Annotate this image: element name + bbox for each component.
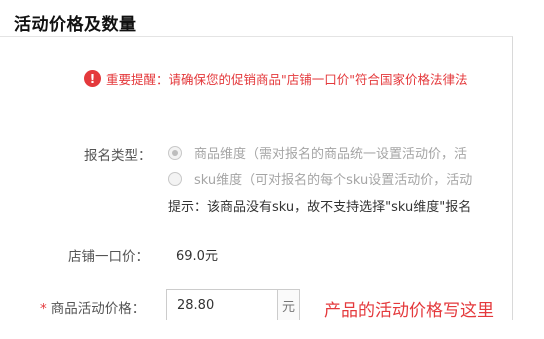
activity-price-label: * 商品活动价格： — [40, 297, 145, 317]
radio-button-sku[interactable] — [168, 171, 182, 186]
important-reminder: ! 重要提醒：请确保您的促销商品"店铺一口价"符合国家价格法律法 — [84, 69, 508, 88]
radio-option-product-dimension[interactable]: 商品维度（需对报名的商品统一设置活动价，活 — [168, 143, 512, 162]
reminder-text: 重要提醒：请确保您的促销商品"店铺一口价"符合国家价格法律法 — [106, 72, 468, 87]
required-asterisk: * — [40, 301, 47, 317]
activity-price-label-text: 商品活动价格： — [50, 301, 146, 317]
activity-price-panel: ! 重要提醒：请确保您的促销商品"店铺一口价"符合国家价格法律法 报名类型： 商… — [0, 36, 513, 320]
radio-button-product[interactable] — [168, 145, 182, 160]
activity-price-field[interactable]: 元 — [166, 289, 300, 320]
radio-option-sku-dimension[interactable]: sku维度（可对报名的每个sku设置活动价，活动 — [168, 169, 512, 188]
store-price-value: 69.0元 — [176, 249, 218, 264]
section-title: 活动价格及数量 — [14, 15, 137, 35]
store-price-label: 店铺一口价： — [68, 249, 149, 265]
sku-hint-text: 提示：该商品没有sku，故不支持选择"sku维度"报名 — [168, 200, 472, 215]
signup-type-label: 报名类型： — [84, 148, 152, 164]
radio-label-sku: sku维度（可对报名的每个sku设置活动价，活动 — [194, 173, 473, 188]
exclamation-circle-icon: ! — [84, 70, 101, 87]
radio-label-product: 商品维度（需对报名的商品统一设置活动价，活 — [194, 147, 468, 162]
activity-price-input[interactable] — [167, 290, 277, 320]
price-annotation: 产品的活动价格写这里 — [324, 301, 494, 321]
price-unit-label: 元 — [277, 290, 299, 320]
